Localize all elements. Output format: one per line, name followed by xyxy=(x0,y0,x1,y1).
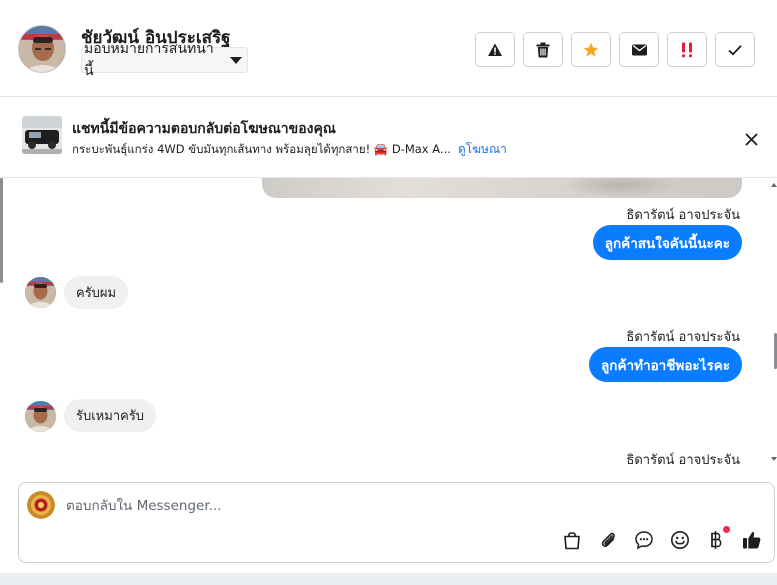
paperclip-icon xyxy=(601,532,615,547)
assign-conversation-dropdown[interactable]: มอบหมายการสนทนานี้ xyxy=(81,41,248,79)
incoming-message[interactable]: รับเหมาครับ xyxy=(64,399,157,432)
shopping-bag-icon xyxy=(564,532,580,550)
page-footer-strip xyxy=(0,573,777,585)
contact-avatar-small xyxy=(25,277,56,308)
mark-done-button[interactable] xyxy=(715,32,755,67)
message-input[interactable] xyxy=(66,496,566,516)
trash-icon xyxy=(536,42,550,57)
report-spam-button[interactable] xyxy=(475,32,515,67)
incoming-message[interactable]: ครับผม xyxy=(64,276,129,309)
image-message[interactable] xyxy=(262,178,742,198)
left-scrollbar[interactable] xyxy=(0,178,3,283)
warning-icon xyxy=(488,43,502,56)
product-catalog-button[interactable] xyxy=(561,529,583,551)
mark-unread-button[interactable] xyxy=(619,32,659,67)
contact-avatar-small xyxy=(25,401,56,432)
sender-name: ธิดารัตน์ อาจประจัน xyxy=(626,330,740,345)
emoji-icon xyxy=(671,531,689,549)
scroll-down-arrow[interactable] xyxy=(771,457,777,461)
delete-button[interactable] xyxy=(523,32,563,67)
thumbs-up-icon xyxy=(743,531,761,549)
payment-notification-dot xyxy=(723,526,730,533)
checkmark-icon xyxy=(728,44,742,55)
ad-banner-subtitle: กระบะพันธุ์แกร่ง 4WD ขับมันทุกเส้นทาง พร… xyxy=(72,140,507,159)
contact-avatar[interactable] xyxy=(18,25,66,73)
star-button[interactable] xyxy=(571,32,611,67)
reply-composer xyxy=(18,482,775,563)
conversation-header: ชัยวัฒน์ อินประเสริฐ มอบหมายการสนทนานี้ xyxy=(0,0,777,97)
close-icon xyxy=(744,132,758,146)
double-exclamation-icon xyxy=(682,42,692,57)
emoji-button[interactable] xyxy=(669,529,691,551)
send-like-button[interactable] xyxy=(741,529,763,551)
ad-thumbnail[interactable] xyxy=(22,116,62,154)
page-avatar xyxy=(27,491,55,519)
envelope-icon xyxy=(631,44,647,55)
message-thread[interactable]: ธิดารัตน์ อาจประจัน ลูกค้าสนใจคันนี้นะคะ… xyxy=(0,178,777,474)
sender-name: ธิดารัตน์ อาจประจัน xyxy=(626,208,740,223)
ad-banner-title: แชทนี้มีข้อความตอบกลับต่อโฆษณาของคุณ xyxy=(72,121,336,137)
saved-reply-icon xyxy=(635,531,653,550)
baht-payment-icon xyxy=(711,531,722,549)
caret-down-icon xyxy=(230,57,242,64)
outgoing-message[interactable]: ลูกค้าสนใจคันนี้นะคะ xyxy=(592,225,742,260)
outgoing-message[interactable]: ลูกค้าทำอาชีพอะไรคะ xyxy=(589,347,742,382)
saved-replies-button[interactable] xyxy=(633,529,655,551)
scroll-up-arrow[interactable] xyxy=(771,183,777,187)
follow-up-button[interactable] xyxy=(667,32,707,67)
close-banner-button[interactable] xyxy=(741,129,761,149)
ad-description: กระบะพันธุ์แกร่ง 4WD ขับมันทุกเส้นทาง พร… xyxy=(72,141,451,156)
star-icon xyxy=(583,42,599,57)
ad-reply-banner: แชทนี้มีข้อความตอบกลับต่อโฆษณาของคุณ กระ… xyxy=(0,97,777,178)
assign-conversation-label: มอบหมายการสนทนานี้ xyxy=(84,41,214,79)
attach-file-button[interactable] xyxy=(597,529,619,551)
view-ad-link[interactable]: ดูโฆษณา xyxy=(458,140,507,159)
sender-name: ธิดารัตน์ อาจประจัน xyxy=(626,453,740,468)
